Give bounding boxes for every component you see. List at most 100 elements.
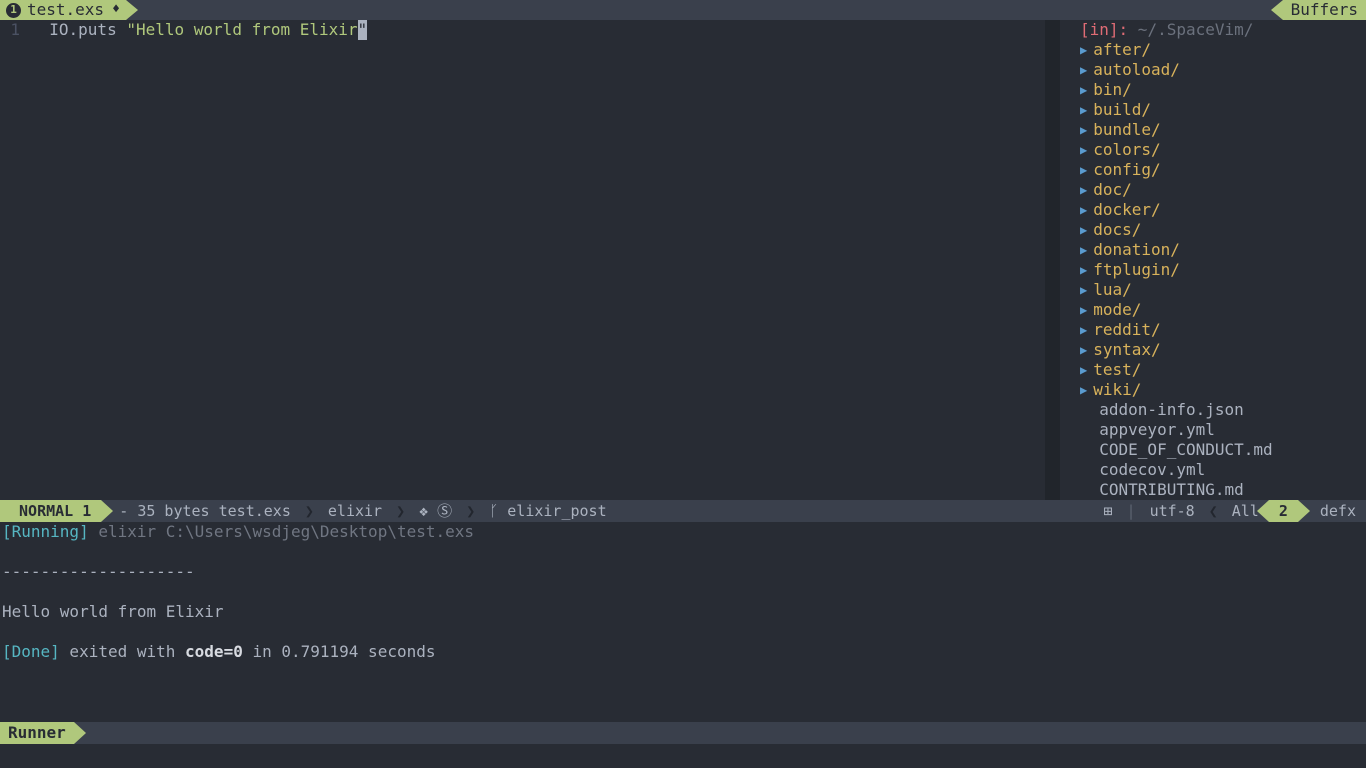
triangle-right-icon: ▶ <box>1080 380 1087 400</box>
file-tree[interactable]: [in]: ~/.SpaceVim/ ▶after/▶autoload/▶bin… <box>1060 20 1366 500</box>
tree-dir-row[interactable]: ▶wiki/ <box>1060 380 1366 400</box>
tree-dir-row[interactable]: ▶ docs/ <box>1060 220 1366 240</box>
runner-statusline: Runner <box>0 722 1366 744</box>
triangle-right-icon: ▶ <box>1080 100 1087 120</box>
tree-dir-name: lua/ <box>1093 280 1132 300</box>
editor-scrollbar[interactable] <box>1045 20 1060 500</box>
tree-dir-name: config/ <box>1093 160 1160 180</box>
code-token-quote-open: " <box>126 20 136 39</box>
tree-root-row: [in]: ~/.SpaceVim/ <box>1060 20 1366 40</box>
runner-stdout: Hello world from Elixir <box>2 602 224 621</box>
tree-file-row[interactable]: CONTRIBUTING.md <box>1060 480 1366 500</box>
tree-dir-name: doc/ <box>1093 180 1132 200</box>
triangle-right-icon: ▶ <box>1080 60 1087 80</box>
tree-dir-row[interactable]: ▶ reddit/ <box>1060 320 1366 340</box>
tree-dir-row[interactable]: ▶ lua/ <box>1060 280 1366 300</box>
code-text[interactable]: IO.puts "Hello world from Elixir" <box>30 20 1045 500</box>
tab-filename: test.exs <box>27 0 104 20</box>
tree-file-row[interactable]: addon-info.json <box>1060 400 1366 420</box>
tree-file-name: appveyor.yml <box>1099 420 1215 440</box>
tree-file-row[interactable]: appveyor.yml <box>1060 420 1366 440</box>
tree-dir-name: build/ <box>1093 100 1151 120</box>
tree-dir-row[interactable]: ▶docker/ <box>1060 200 1366 220</box>
tree-dir-row[interactable]: ▶donation/ <box>1060 240 1366 260</box>
mode-segment: NORMAL 1 <box>0 500 101 522</box>
window-2-segment: 2 <box>1269 500 1298 522</box>
tree-dir-row[interactable]: ▶after/ <box>1060 40 1366 60</box>
drop-icon: ♦ <box>112 0 120 20</box>
branch-icon: ᚴ <box>489 501 498 521</box>
tree-dir-name: bundle/ <box>1093 120 1160 140</box>
tree-dir-name: donation/ <box>1093 240 1180 260</box>
code-token-ident: IO.puts <box>49 20 116 39</box>
tree-dir-row[interactable]: ▶ bundle/ <box>1060 120 1366 140</box>
tab-bar: 1 test.exs ♦ <box>0 0 1060 20</box>
tree-dir-name: docs/ <box>1093 220 1141 240</box>
tree-dir-row[interactable]: ▶ colors/ <box>1060 140 1366 160</box>
tree-dir-row[interactable]: ▶ build/ <box>1060 100 1366 120</box>
tree-dir-name: ftplugin/ <box>1093 260 1180 280</box>
tree-dir-row[interactable]: ▶ syntax/ <box>1060 340 1366 360</box>
done-code: code=0 <box>185 642 243 661</box>
file-tab[interactable]: 1 test.exs ♦ <box>0 0 126 20</box>
triangle-right-icon: ▶ <box>1080 280 1087 300</box>
statusline-right: ⊞ | utf-8 ❮ All 2 defx <box>1094 500 1366 522</box>
separator-icon: | <box>1123 500 1140 522</box>
tree-dir-row[interactable]: ▶test/ <box>1060 360 1366 380</box>
fileinfo-segment: - 35 bytes test.exs <box>101 500 301 522</box>
code-token-space <box>117 20 127 39</box>
triangle-right-icon: ▶ <box>1080 120 1087 140</box>
done-tag: [Done] <box>2 642 60 661</box>
top-row: 1 test.exs ♦ 1 IO.puts "Hello world from… <box>0 0 1366 500</box>
tree-file-row[interactable]: codecov.yml <box>1060 460 1366 480</box>
tree-dir-row[interactable]: ▶ doc/ <box>1060 180 1366 200</box>
runner-dashes: -------------------- <box>2 562 195 581</box>
runner-tab[interactable]: Runner <box>0 722 74 744</box>
triangle-right-icon: ▶ <box>1080 320 1087 340</box>
done-pre: exited with <box>60 642 185 661</box>
tree-dir-name: docker/ <box>1093 200 1160 220</box>
tree-dir-name: mode/ <box>1093 300 1141 320</box>
buffers-tab[interactable]: Buffers <box>1283 0 1366 20</box>
command-line-area[interactable] <box>0 744 1366 768</box>
triangle-right-icon: ▶ <box>1080 220 1087 240</box>
tree-dir-name: after/ <box>1093 40 1151 60</box>
tree-dir-row[interactable]: ▶mode/ <box>1060 300 1366 320</box>
tree-dir-name: colors/ <box>1093 140 1160 160</box>
chevron-left-icon: ❮ <box>1205 500 1222 522</box>
triangle-right-icon: ▶ <box>1080 340 1087 360</box>
tree-file-row[interactable]: CODE_OF_CONDUCT.md <box>1060 440 1366 460</box>
line-number: 1 <box>0 20 20 40</box>
running-tag: [Running] <box>2 522 89 541</box>
mode-label: NORMAL <box>10 501 82 521</box>
tree-file-name: addon-info.json <box>1099 400 1244 420</box>
chevron-right-icon: ❯ <box>462 500 479 522</box>
tree-dir-row[interactable]: ▶ ftplugin/ <box>1060 260 1366 280</box>
tree-in-label: [in]: <box>1080 20 1128 40</box>
status-line: NORMAL 1 - 35 bytes test.exs ❯ elixir ❯ … <box>0 500 1366 522</box>
code-area[interactable]: 1 IO.puts "Hello world from Elixir" <box>0 20 1060 500</box>
buffers-label: Buffers <box>1291 0 1358 20</box>
triangle-right-icon: ▶ <box>1080 260 1087 280</box>
tree-dir-row[interactable]: ▶config/ <box>1060 160 1366 180</box>
chevron-right-icon: ❯ <box>392 500 409 522</box>
tree-dir-name: bin/ <box>1093 80 1132 100</box>
triangle-right-icon: ▶ <box>1080 180 1087 200</box>
status-icons: ❖ Ⓢ <box>409 500 462 522</box>
tree-file-name: CODE_OF_CONDUCT.md <box>1099 440 1272 460</box>
chevron-right-icon: ❯ <box>301 500 318 522</box>
triangle-right-icon: ▶ <box>1080 140 1087 160</box>
tree-dir-name: syntax/ <box>1093 340 1160 360</box>
editor-pane: 1 test.exs ♦ 1 IO.puts "Hello world from… <box>0 0 1060 500</box>
tree-dir-row[interactable]: ▶ bin/ <box>1060 80 1366 100</box>
runner-pane: [Running] elixir C:\Users\wsdjeg\Desktop… <box>0 522 1366 744</box>
runner-output[interactable]: [Running] elixir C:\Users\wsdjeg\Desktop… <box>0 522 1366 722</box>
encoding-segment: utf-8 <box>1140 500 1205 522</box>
tab-index-badge: 1 <box>6 3 21 18</box>
tree-dir-name: reddit/ <box>1093 320 1160 340</box>
tree-dir-row[interactable]: ▶autoload/ <box>1060 60 1366 80</box>
file-tree-pane: Buffers [in]: ~/.SpaceVim/ ▶after/▶autol… <box>1060 0 1366 500</box>
tree-file-name: codecov.yml <box>1099 460 1205 480</box>
triangle-right-icon: ▶ <box>1080 80 1087 100</box>
done-post: in 0.791194 seconds <box>243 642 436 661</box>
